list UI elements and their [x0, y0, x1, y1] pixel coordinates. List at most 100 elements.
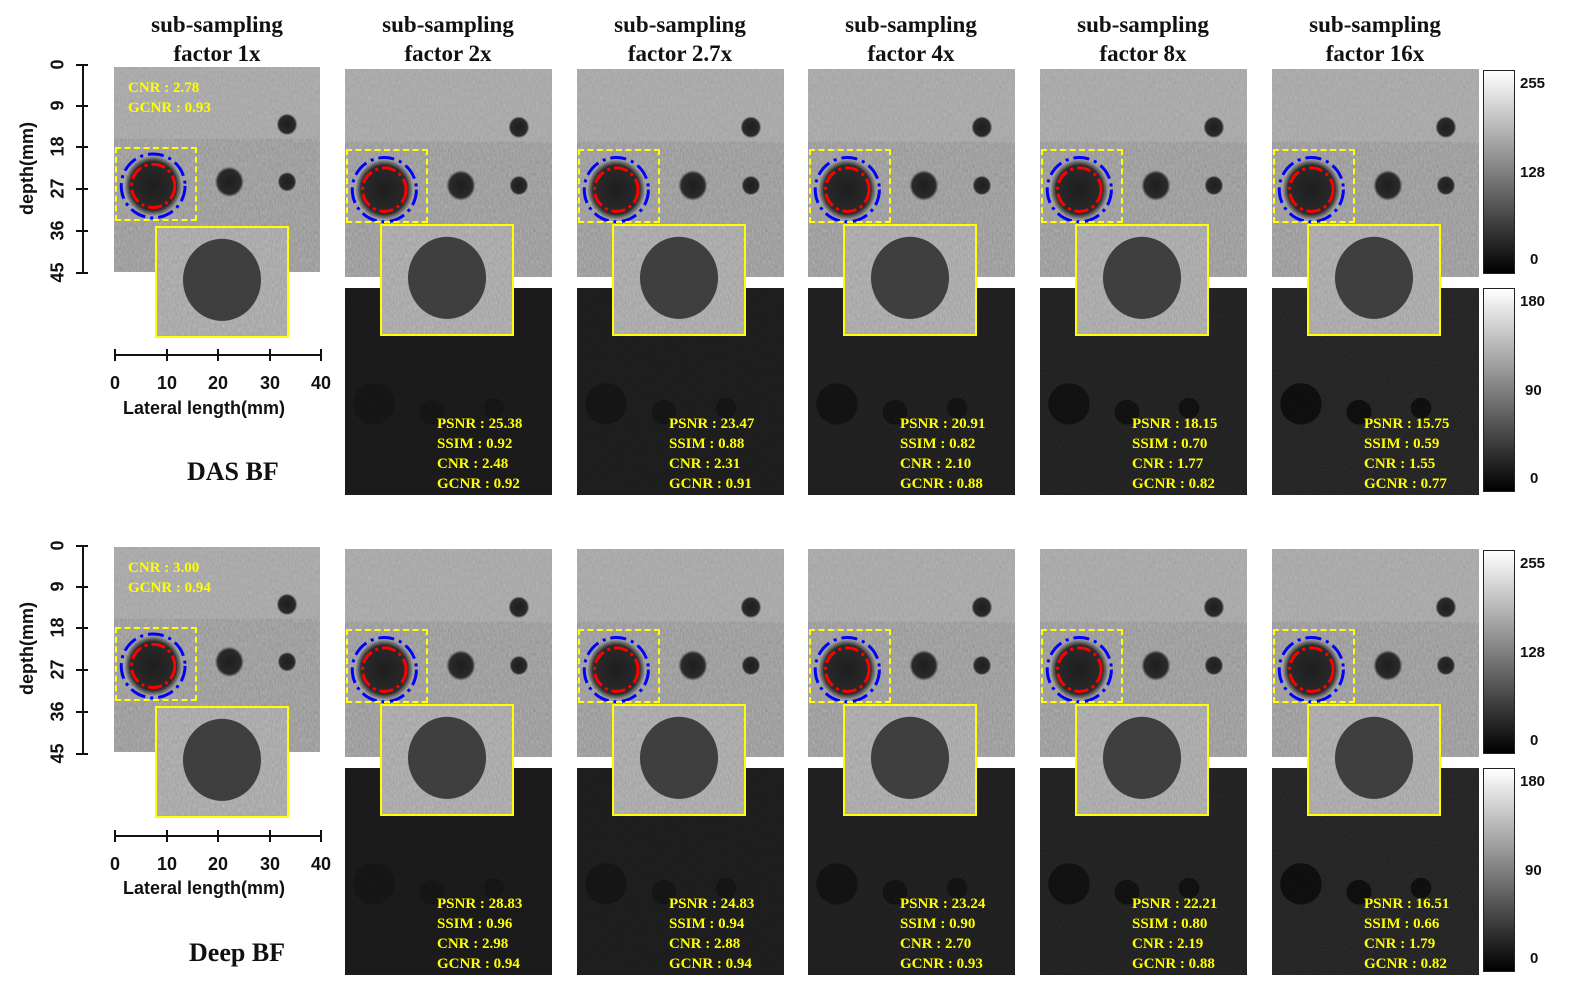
cyst-region	[508, 596, 530, 619]
y-tick-mark	[76, 230, 88, 232]
x-tick-mark	[166, 349, 168, 361]
row-label-deep: Deep BF	[189, 938, 286, 967]
metrics-block: PSNR : 25.38 SSIM : 0.92 CNR : 2.48 GCNR : …	[437, 414, 522, 494]
cyst-shadow	[585, 863, 627, 905]
cyst-region	[972, 655, 992, 676]
cyst-region	[509, 655, 529, 676]
zoom-inset	[843, 224, 977, 336]
metric-gcnr: GCNR : 0.94	[437, 956, 520, 972]
colorbar-tick: 0	[1530, 950, 1539, 967]
cyst-shadow	[585, 383, 627, 425]
x-tick-label: 40	[310, 373, 332, 393]
metric-gcnr: GCNR : 0.82	[1364, 956, 1447, 972]
cyst-region	[740, 116, 762, 139]
cyst-region	[277, 652, 297, 672]
metric-gcnr: GCNR : 0.93	[128, 100, 211, 116]
cyst-region	[509, 175, 529, 196]
roi-box	[809, 629, 891, 703]
x-tick-mark	[166, 830, 168, 842]
metric-cnr: CNR : 2.31	[669, 456, 741, 472]
zoom-inset	[1307, 704, 1441, 816]
cyst-region	[1373, 650, 1403, 681]
metric-gcnr: GCNR : 0.93	[900, 956, 983, 972]
y-axis-line	[82, 65, 84, 273]
zoom-inset	[612, 224, 746, 336]
metric-cnr: CNR : 2.78	[128, 80, 200, 96]
cyst-region	[1373, 170, 1403, 201]
cyst-region	[1436, 655, 1456, 676]
zoom-inset	[155, 226, 289, 338]
y-tick-label: 45	[47, 743, 68, 764]
y-tick-label: 36	[47, 220, 68, 241]
x-tick-mark	[269, 349, 271, 361]
y-tick-mark	[76, 64, 88, 66]
cyst-region	[1436, 175, 1456, 196]
cyst-region	[1141, 170, 1171, 201]
x-tick-label: 30	[259, 373, 281, 393]
y-tick-mark	[76, 545, 88, 547]
cyst-region	[276, 593, 298, 616]
colorbar-tick: 128	[1520, 164, 1546, 181]
cyst-shadow	[1048, 863, 1090, 905]
y-tick-label: 0	[47, 540, 68, 551]
metric-cnr: CNR : 2.70	[900, 936, 972, 952]
y-tick-mark	[76, 627, 88, 629]
metrics-block: PSNR : 18.15 SSIM : 0.70 CNR : 1.77 GCNR : …	[1132, 414, 1217, 494]
zoom-inset	[1075, 704, 1209, 816]
x-tick-mark	[217, 349, 219, 361]
zoom-inset	[612, 704, 746, 816]
metric-cnr: CNR : 2.19	[1132, 936, 1204, 952]
metric-gcnr: GCNR : 0.82	[1132, 476, 1215, 492]
metrics-block: PSNR : 16.51 SSIM : 0.66 CNR : 1.79 GCNR : …	[1364, 894, 1449, 974]
cyst-region	[740, 596, 762, 619]
cyst-region	[214, 646, 244, 677]
cyst-region	[1203, 116, 1225, 139]
x-tick-label: 20	[207, 854, 229, 874]
colorbar-tick: 90	[1525, 382, 1542, 399]
column-title-4: sub-sampling factor 4x	[845, 12, 977, 66]
colorbar-tick: 180	[1520, 773, 1546, 790]
metric-gcnr: GCNR : 0.88	[1132, 956, 1215, 972]
roi-box	[115, 147, 197, 221]
y-tick-mark	[76, 272, 88, 274]
x-tick-label: 10	[156, 854, 178, 874]
colorbar-image-row1	[1483, 70, 1515, 274]
metric-cnr: CNR : 1.55	[1364, 456, 1436, 472]
metric-ssim: SSIM : 0.96	[437, 916, 513, 932]
cyst-region	[277, 172, 297, 192]
metrics-block: PSNR : 23.24 SSIM : 0.90 CNR : 2.70 GCNR : …	[900, 894, 985, 974]
cyst-shadow	[816, 383, 858, 425]
colorbar-diff-row1	[1483, 288, 1515, 492]
roi-box	[346, 629, 428, 703]
metrics-block: PSNR : 23.47 SSIM : 0.88 CNR : 2.31 GCNR : …	[669, 414, 754, 494]
cyst-shadow	[353, 863, 395, 905]
colorbar-tick: 0	[1530, 470, 1539, 487]
column-title-6: sub-sampling factor 16x	[1309, 12, 1441, 66]
y-tick-label: 18	[47, 617, 68, 638]
metric-ssim: SSIM : 0.92	[437, 436, 513, 452]
y-tick-mark	[76, 105, 88, 107]
zoom-inset	[155, 706, 289, 818]
metrics-block: PSNR : 22.21 SSIM : 0.80 CNR : 2.19 GCNR : …	[1132, 894, 1217, 974]
x-tick-mark	[320, 830, 322, 842]
x-tick-mark	[114, 349, 116, 361]
roi-box	[578, 629, 660, 703]
metric-psnr: PSNR : 22.21	[1132, 896, 1218, 912]
zoom-inset	[380, 704, 514, 816]
y-tick-mark	[76, 753, 88, 755]
y-tick-label: 27	[47, 178, 68, 199]
metric-ssim: SSIM : 0.94	[669, 916, 745, 932]
x-tick-mark	[114, 830, 116, 842]
cyst-region	[214, 166, 244, 197]
cyst-region	[276, 113, 298, 136]
roi-box	[1273, 629, 1355, 703]
cyst-region	[971, 596, 993, 619]
roi-box	[578, 149, 660, 223]
cyst-region	[1204, 175, 1224, 196]
metric-cnr: CNR : 2.48	[437, 456, 509, 472]
row-label-das: DAS BF	[187, 457, 279, 486]
y-tick-label: 9	[47, 581, 68, 592]
colorbar-tick: 90	[1525, 862, 1542, 879]
roi-box	[809, 149, 891, 223]
metric-psnr: PSNR : 24.83	[669, 896, 755, 912]
